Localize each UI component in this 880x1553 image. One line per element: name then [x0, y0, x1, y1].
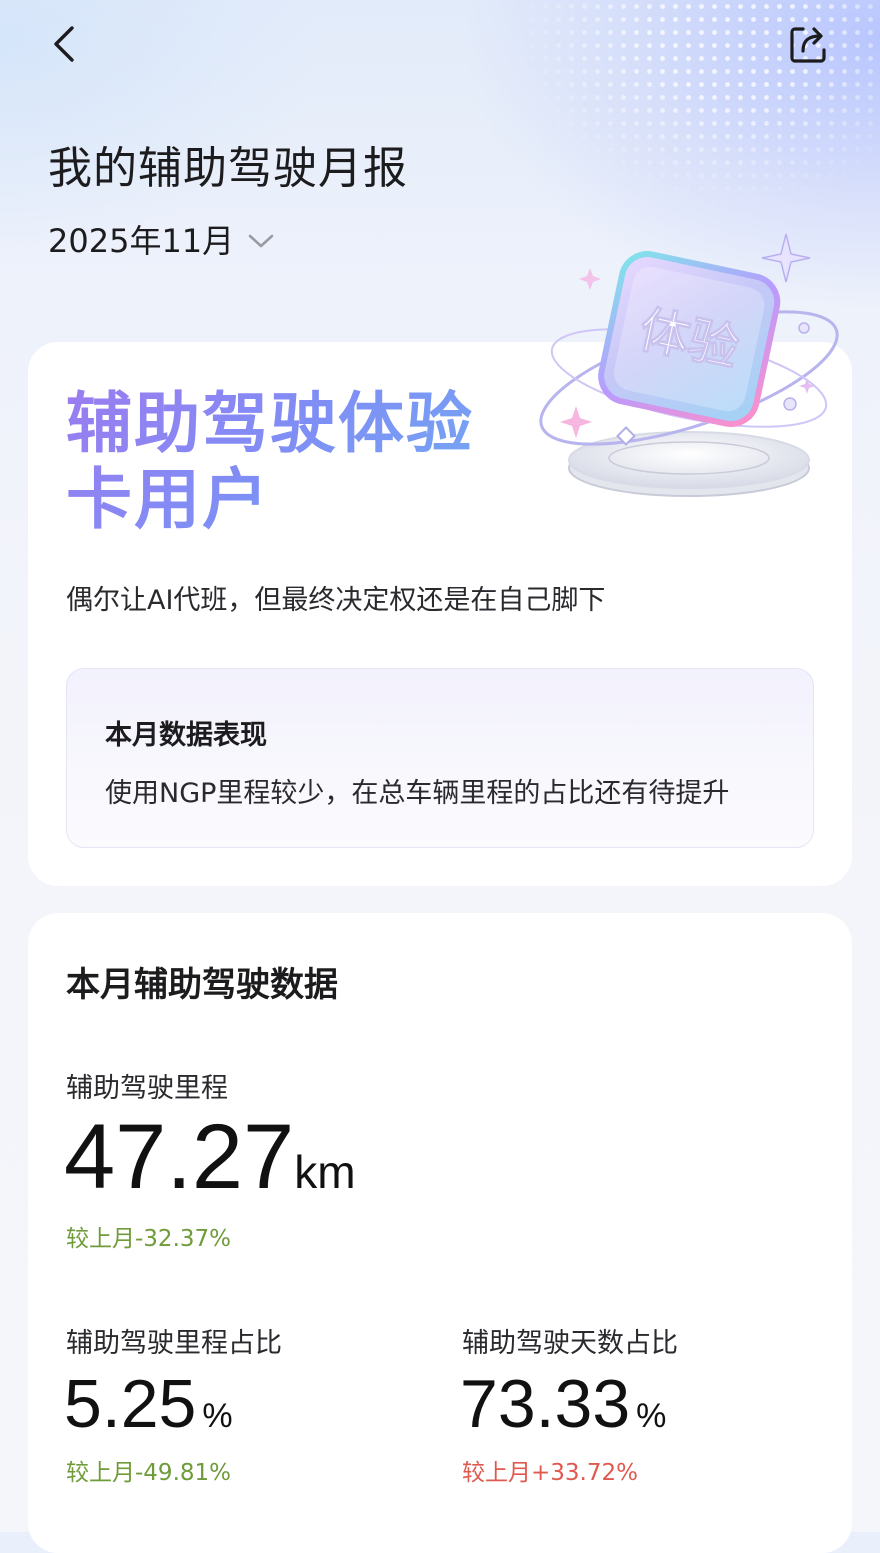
month-label: 2025年11月 — [48, 222, 235, 260]
mileage-label: 辅助驾驶里程 — [66, 1073, 228, 1104]
days-ratio-unit: % — [636, 1397, 667, 1435]
mileage-ratio-delta: 较上月-49.81% — [66, 1460, 231, 1486]
share-button[interactable] — [784, 20, 832, 68]
chevron-down-icon — [248, 234, 274, 248]
mileage-delta: 较上月-32.37% — [66, 1226, 231, 1252]
days-ratio-delta: 较上月+33.72% — [462, 1460, 638, 1486]
share-icon — [790, 27, 826, 63]
days-ratio-label: 辅助驾驶天数占比 — [462, 1328, 678, 1359]
mileage-ratio-unit: % — [202, 1397, 233, 1435]
performance-box: 本月数据表现 使用NGP里程较少，在总车辆里程的占比还有待提升 — [66, 668, 814, 848]
section-title: 本月辅助驾驶数据 — [66, 965, 338, 1005]
page-title: 我的辅助驾驶月报 — [48, 143, 408, 194]
mileage-number: 47.27 — [64, 1106, 295, 1208]
badge-title: 辅助驾驶体验卡用户 — [66, 386, 526, 538]
back-arrow-icon — [54, 26, 74, 62]
month-selector[interactable]: 2025年11月 — [48, 216, 274, 262]
experience-emblem-illustration: 体验 — [539, 233, 839, 497]
badge-description: 偶尔让AI代班，但最终决定权还是在自己脚下 — [66, 585, 606, 616]
monthly-data-card: 本月辅助驾驶数据 辅助驾驶里程 47.27km 较上月-32.37% 辅助驾驶里… — [28, 913, 852, 1553]
days-ratio-number: 73.33 — [460, 1366, 631, 1442]
performance-title: 本月数据表现 — [105, 720, 267, 751]
performance-text: 使用NGP里程较少，在总车辆里程的占比还有待提升 — [105, 778, 730, 809]
mileage-ratio-number: 5.25 — [64, 1366, 197, 1442]
mileage-unit: km — [294, 1146, 356, 1198]
mileage-ratio-label: 辅助驾驶里程占比 — [66, 1328, 282, 1359]
mileage-value: 47.27km — [64, 1105, 356, 1210]
days-ratio-value: 73.33% — [460, 1365, 666, 1443]
back-button[interactable] — [40, 20, 88, 68]
mileage-ratio-value: 5.25% — [64, 1365, 233, 1443]
